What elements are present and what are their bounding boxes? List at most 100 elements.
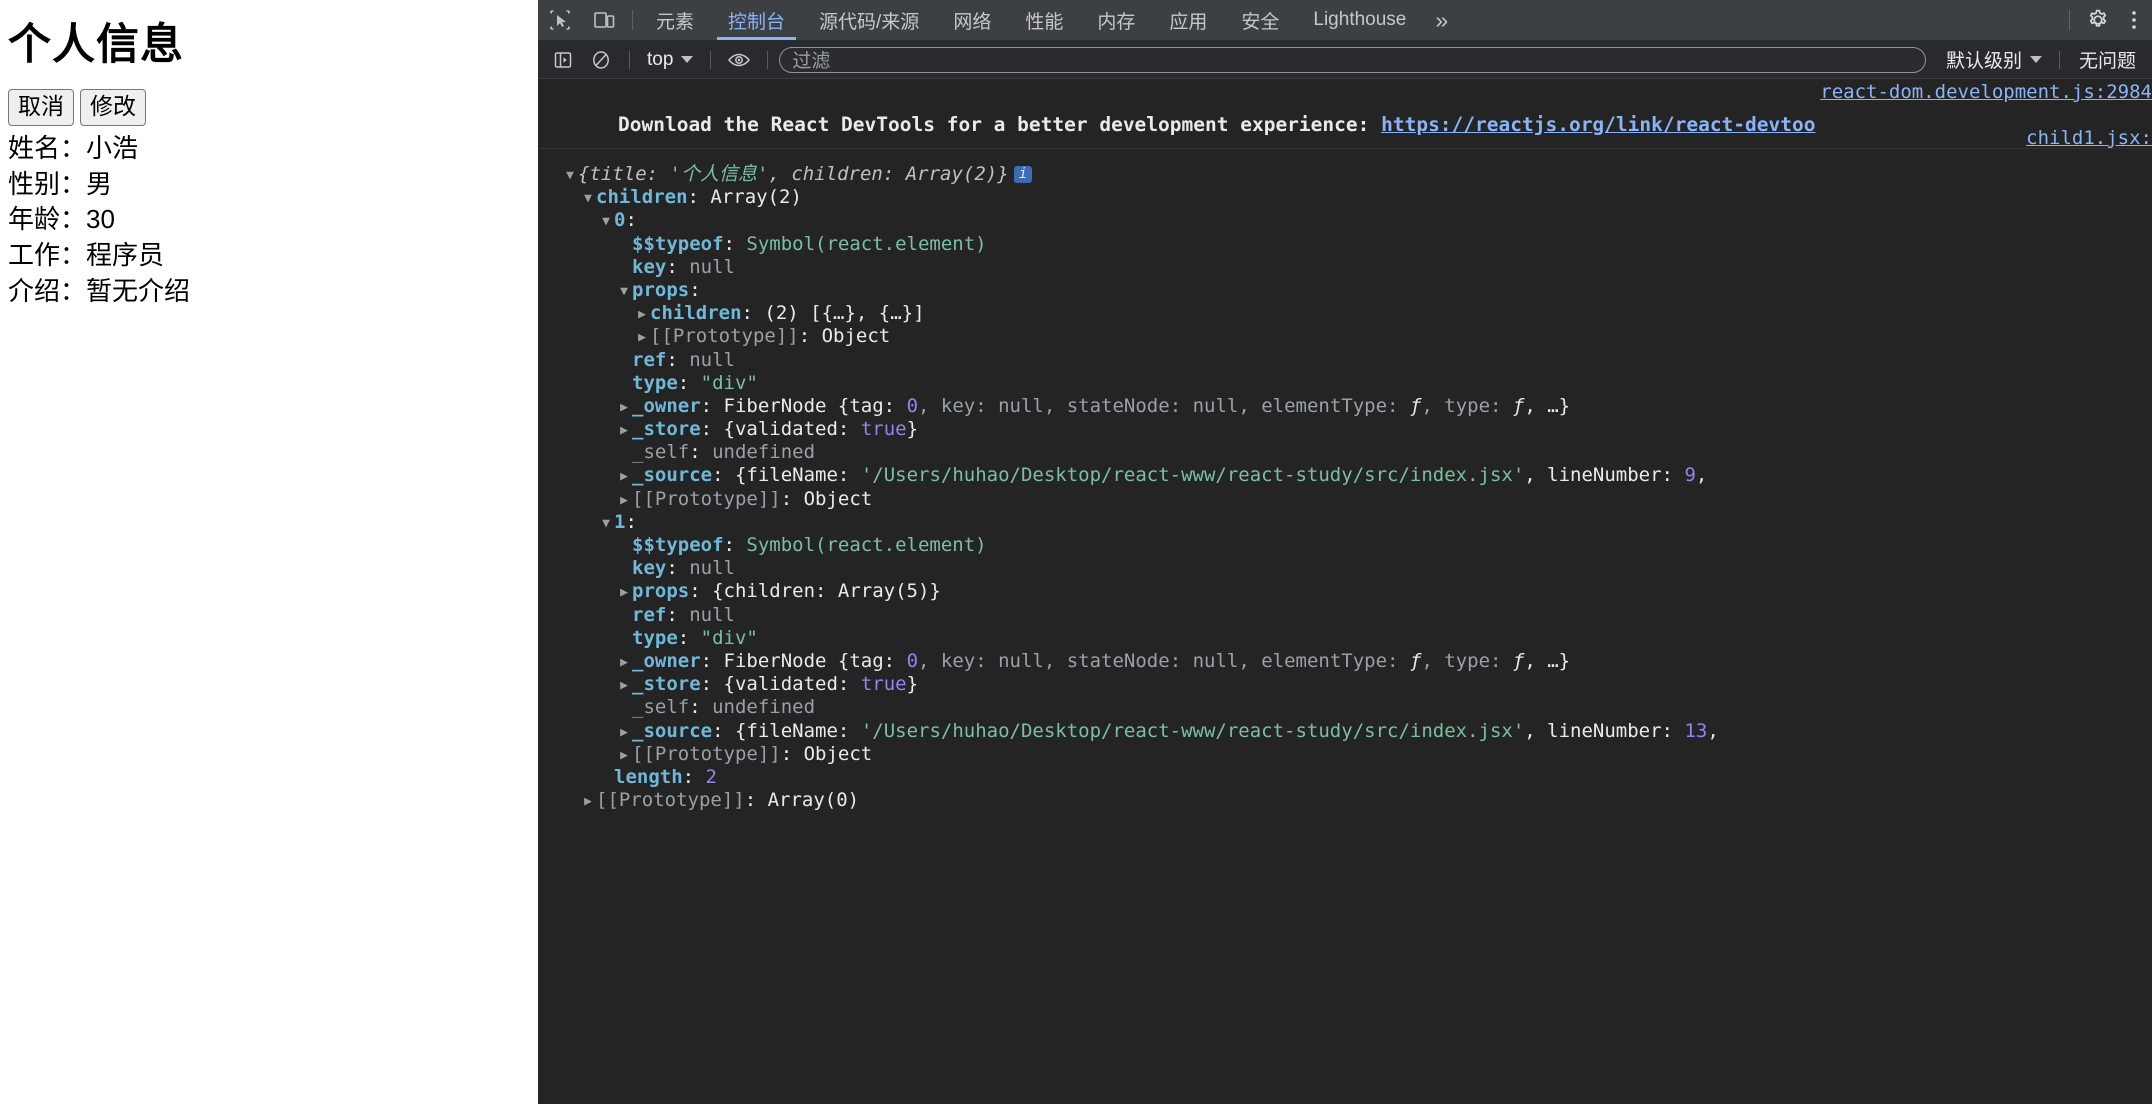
tree-token: children — [596, 186, 688, 209]
tree-token: [[Prototype]] — [632, 487, 781, 510]
tab-sources[interactable]: 源代码/来源 — [802, 0, 936, 40]
tree-line[interactable]: ▶ children: (2) [{…}, {…}] — [538, 302, 2152, 325]
kebab-menu-icon[interactable] — [2120, 9, 2148, 31]
tree-line[interactable]: key: null — [538, 256, 2152, 279]
tree-line[interactable]: ▼ 1: — [538, 511, 2152, 534]
tree-token: title — [589, 163, 647, 185]
tree-token: undefined — [712, 441, 816, 464]
tree-token: undefined — [712, 696, 816, 719]
tree-token: , …} — [1524, 394, 1571, 417]
tree-line[interactable]: ▶ _owner: FiberNode {tag: 0, key: null, s… — [538, 395, 2152, 418]
tree-line[interactable]: ▶ _source: {fileName: '/Users/huhao/Deskt… — [538, 464, 2152, 487]
edit-button[interactable]: 修改 — [80, 89, 146, 126]
gear-icon[interactable] — [2076, 8, 2120, 32]
tree-line[interactable]: ▶ _store: {validated: true} — [538, 673, 2152, 696]
tree-line[interactable]: ▼ props: — [538, 279, 2152, 302]
triangle-right-icon[interactable]: ▶ — [580, 790, 596, 813]
triangle-right-icon[interactable]: ▶ — [616, 674, 632, 697]
device-toolbar-icon[interactable] — [582, 0, 626, 40]
tree-line[interactable]: type: "div" — [538, 627, 2152, 650]
tree-line[interactable]: ▶ [[Prototype]]: Object — [538, 488, 2152, 511]
info-value-name: 小浩 — [86, 132, 139, 163]
tree-line[interactable]: ▶ _owner: FiberNode {tag: 0, key: null, s… — [538, 650, 2152, 673]
tree-token: Array(2) — [710, 186, 802, 209]
chevron-down-icon — [681, 56, 694, 63]
tab-console[interactable]: 控制台 — [711, 0, 802, 40]
tree-line[interactable]: ▶ [[Prototype]]: Object — [538, 325, 2152, 348]
info-row-job: 工作：程序员 — [8, 239, 538, 273]
triangle-right-icon[interactable]: ▶ — [616, 489, 632, 512]
more-tabs-icon[interactable]: » — [1423, 0, 1460, 40]
tab-network[interactable]: 网络 — [936, 0, 1008, 40]
tab-elements[interactable]: 元素 — [639, 0, 711, 40]
tree-token: "div" — [700, 626, 758, 649]
triangle-right-icon[interactable]: ▶ — [616, 465, 632, 488]
source-link-child1[interactable]: child1.jsx: — [2026, 127, 2152, 149]
tree-line[interactable]: ▼ {title: '个人信息', children: Array(2)} i — [538, 163, 2152, 186]
tree-line[interactable]: $$typeof: Symbol(react.element) — [538, 534, 2152, 557]
triangle-right-icon[interactable]: ▶ — [616, 721, 632, 744]
tree-line[interactable]: length: 2 — [538, 766, 2152, 789]
triangle-down-icon[interactable]: ▼ — [562, 164, 578, 187]
tree-line[interactable]: ref: null — [538, 604, 2152, 627]
tree-line[interactable]: ▶ [[Prototype]]: Array(0) — [538, 789, 2152, 812]
triangle-down-icon[interactable]: ▼ — [580, 187, 596, 210]
search-input[interactable]: 过滤 — [779, 46, 1926, 73]
tree-line[interactable]: _self: undefined — [538, 696, 2152, 719]
issues-status[interactable]: 无问题 — [2071, 46, 2144, 73]
tab-performance[interactable]: 性能 — [1008, 0, 1080, 40]
tree-line[interactable]: type: "div" — [538, 372, 2152, 395]
tree-line[interactable]: ▶ _store: {validated: true} — [538, 418, 2152, 441]
tab-lighthouse[interactable]: Lighthouse — [1296, 0, 1423, 40]
tree-line[interactable]: ▼ children: Array(2) — [538, 186, 2152, 209]
tree-token: Object — [803, 487, 873, 510]
triangle-right-icon[interactable]: ▶ — [634, 303, 650, 326]
execution-context-dropdown[interactable]: top — [641, 49, 699, 71]
tree-line[interactable]: ▼ 0: — [538, 209, 2152, 232]
app-root: 个人信息 取消 修改 姓名：小浩 性别：男 年龄：30 工作：程序员 介绍：暂无… — [0, 0, 2152, 1104]
tab-application[interactable]: 应用 — [1152, 0, 1224, 40]
cancel-button[interactable]: 取消 — [8, 89, 74, 126]
tree-token: ref — [632, 348, 667, 371]
tree-line[interactable]: ref: null — [538, 349, 2152, 372]
log-level-dropdown[interactable]: 默认级别 — [1940, 46, 2048, 73]
source-link-react-dom[interactable]: react-dom.development.js:2984 — [1820, 81, 2152, 103]
info-label-age: 年龄： — [8, 204, 87, 235]
triangle-right-icon[interactable]: ▶ — [616, 419, 632, 442]
console-sidebar-icon[interactable] — [546, 46, 580, 74]
tree-line[interactable]: _self: undefined — [538, 441, 2152, 464]
tree-token: _store — [632, 418, 701, 441]
tree-token: : — [780, 742, 804, 765]
triangle-right-icon[interactable]: ▶ — [616, 396, 632, 419]
tree-line[interactable]: ▶ _source: {fileName: '/Users/huhao/Deskt… — [538, 720, 2152, 743]
info-badge-icon[interactable]: i — [1013, 166, 1033, 183]
triangle-down-icon[interactable]: ▼ — [598, 210, 614, 233]
triangle-right-icon[interactable]: ▶ — [616, 744, 632, 767]
tree-token: type — [632, 626, 678, 649]
tree-token: "div" — [700, 371, 758, 394]
triangle-down-icon[interactable]: ▼ — [616, 280, 632, 303]
tab-memory[interactable]: 内存 — [1080, 0, 1152, 40]
triangle-right-icon[interactable]: ▶ — [616, 651, 632, 674]
tree-line[interactable]: ▶ [[Prototype]]: Object — [538, 743, 2152, 766]
tree-token: , stateNode: — [1043, 394, 1193, 417]
clear-console-icon[interactable] — [584, 46, 618, 74]
triangle-down-icon[interactable]: ▼ — [598, 512, 614, 535]
tree-line[interactable]: ▶ props: {children: Array(5)} — [538, 580, 2152, 603]
tree-token: children — [650, 302, 742, 325]
tree-token: {fileName: — [734, 719, 861, 742]
live-expression-icon[interactable] — [722, 46, 756, 74]
triangle-right-icon[interactable]: ▶ — [616, 581, 632, 604]
tab-security[interactable]: 安全 — [1224, 0, 1296, 40]
inspect-element-icon[interactable] — [538, 0, 582, 40]
triangle-right-icon[interactable]: ▶ — [634, 326, 650, 349]
react-devtools-link[interactable]: https://reactjs.org/link/react-devtoo — [1381, 113, 1815, 136]
filterbar-divider-3 — [767, 50, 769, 69]
info-value-job: 程序员 — [86, 240, 165, 271]
info-label-intro: 介绍： — [8, 275, 87, 306]
tree-token: : — [700, 649, 724, 672]
tree-line[interactable]: $$typeof: Symbol(react.element) — [538, 233, 2152, 256]
tree-line[interactable]: key: null — [538, 557, 2152, 580]
console-output[interactable]: react-dom.development.js:2984 Download t… — [538, 79, 2152, 1104]
